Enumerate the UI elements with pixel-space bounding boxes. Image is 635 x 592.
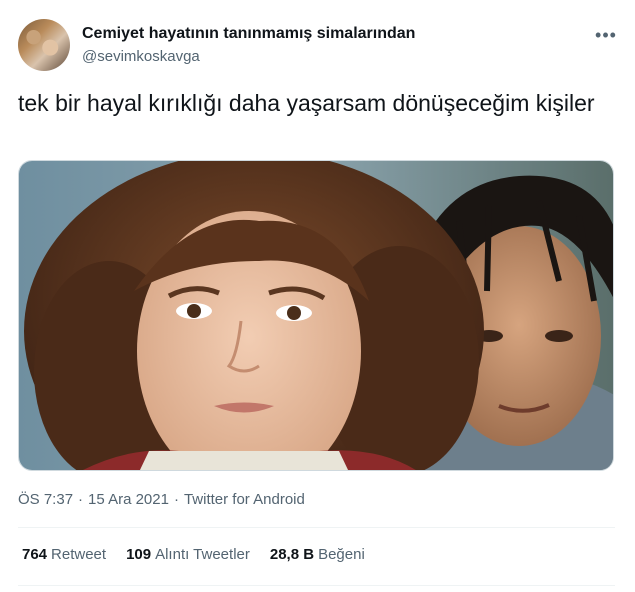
- likes-count: 28,8 B: [269, 546, 315, 563]
- quote-tweets-count: 109: [126, 546, 152, 563]
- tweet-text: tek bir hayal kırıklığı daha yaşarsam dö…: [18, 90, 595, 116]
- tweet-meta: ÖS 7:37 · 15 Ara 2021 · Twitter for Android: [18, 491, 305, 508]
- quote-tweets-label: Alıntı Tweetler: [155, 546, 250, 563]
- author-block: Cemiyet hayatının tanınmamış simalarında…: [82, 24, 415, 67]
- tweet-stats: 764 Retweet 109 Alıntı Tweetler 28,8 B Beğe…: [22, 546, 365, 563]
- author-handle[interactable]: @sevimkoskavga: [82, 47, 415, 67]
- media-photo: [19, 161, 613, 470]
- retweets-label: Retweet: [51, 546, 107, 563]
- quote-tweets-stat[interactable]: 109 Alıntı Tweetler: [126, 546, 250, 563]
- tweet-date[interactable]: 15 Ara 2021: [88, 491, 169, 508]
- divider: [18, 585, 615, 586]
- avatar[interactable]: [18, 19, 70, 71]
- likes-label: Beğeni: [318, 546, 365, 563]
- more-options-button[interactable]: •••: [594, 25, 618, 45]
- retweets-count: 764: [22, 546, 48, 563]
- more-horizontal-icon: •••: [595, 24, 617, 45]
- tweet-time[interactable]: ÖS 7:37: [18, 491, 73, 508]
- tweet-header: Cemiyet hayatının tanınmamış simalarında…: [18, 19, 618, 73]
- divider: [18, 527, 615, 528]
- tweet-media[interactable]: [18, 160, 614, 471]
- author-display-name[interactable]: Cemiyet hayatının tanınmamış simalarında…: [82, 24, 415, 44]
- meta-separator: ·: [78, 491, 84, 508]
- likes-stat[interactable]: 28,8 B Beğeni: [270, 546, 365, 563]
- retweets-stat[interactable]: 764 Retweet: [22, 546, 106, 563]
- meta-separator: ·: [173, 491, 179, 508]
- tweet-source-link[interactable]: Twitter for Android: [184, 491, 305, 508]
